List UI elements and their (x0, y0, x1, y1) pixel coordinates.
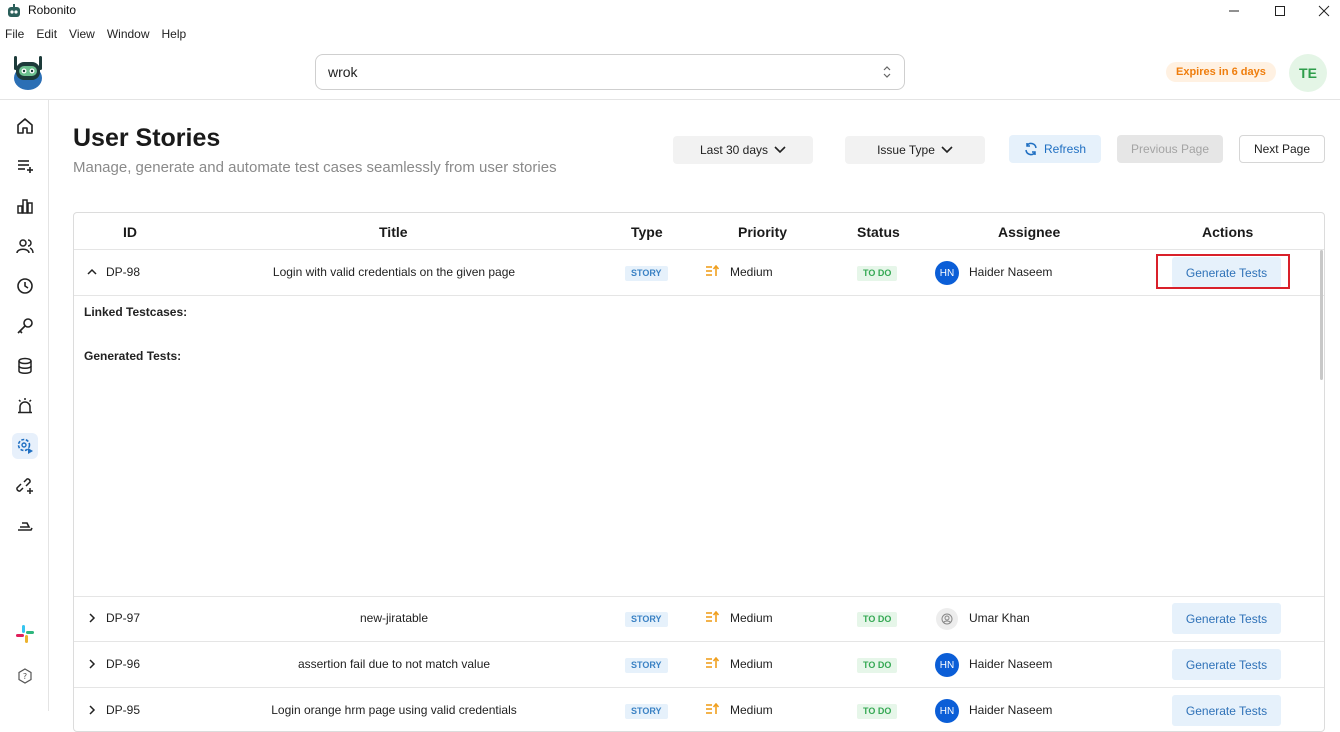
project-select[interactable]: wrok (315, 54, 905, 90)
home-icon[interactable] (12, 113, 38, 139)
row-title: new-jiratable (359, 611, 429, 625)
chevron-down-icon (774, 146, 786, 154)
status-badge: TO DO (857, 612, 898, 627)
row-title: assertion fail due to not match value (297, 657, 491, 671)
database-icon[interactable] (12, 353, 38, 379)
menu-file[interactable]: File (0, 24, 30, 46)
type-badge: STORY (625, 612, 668, 627)
maximize-button[interactable] (1258, 0, 1302, 22)
alarm-icon[interactable] (12, 393, 38, 419)
minimize-icon (1229, 10, 1239, 12)
avatar: HN (935, 261, 959, 285)
slack-icon[interactable] (12, 621, 38, 647)
avatar (936, 608, 958, 630)
priority-medium-icon (706, 703, 719, 714)
priority-medium-icon (706, 657, 719, 668)
menu-view[interactable]: View (63, 24, 101, 46)
top-bar: wrok Expires in 6 days TE (0, 46, 1340, 100)
date-filter-label: Last 30 days (699, 143, 769, 157)
refresh-button[interactable]: Refresh (1009, 135, 1101, 163)
table-row[interactable]: DP-95 Login orange hrm page using valid … (74, 688, 1324, 731)
title-bar: Robonito (0, 0, 1340, 22)
status-badge: TO DO (857, 704, 898, 719)
maximize-icon (1275, 6, 1285, 16)
header-type: Type (631, 224, 663, 240)
refresh-label: Refresh (1043, 142, 1087, 156)
table-row[interactable]: DP-97 new-jiratable STORY Medium TO DO U… (74, 596, 1324, 642)
header-status: Status (857, 224, 900, 240)
user-stories-table: ID Title Type Priority Status Assignee A… (73, 212, 1325, 732)
user-placeholder-icon (941, 613, 953, 625)
priority-medium-icon (706, 265, 719, 276)
type-badge: STORY (625, 658, 668, 673)
page-title: User Stories (73, 124, 221, 152)
type-badge: STORY (625, 266, 668, 281)
avatar: HN (935, 653, 959, 677)
window-title: Robonito (28, 3, 77, 17)
minimize-button[interactable] (1212, 0, 1256, 22)
app-icon (8, 4, 20, 17)
type-badge: STORY (625, 704, 668, 719)
priority-label: Medium (730, 657, 773, 671)
refresh-icon (1025, 142, 1037, 156)
linked-testcases-label: Linked Testcases: (84, 305, 188, 319)
header-priority: Priority (738, 224, 788, 240)
avatar: HN (935, 699, 959, 723)
expanded-details: Linked Testcases: Generated Tests: (74, 296, 1324, 597)
header-assignee: Assignee (998, 224, 1061, 240)
menu-edit[interactable]: Edit (30, 24, 63, 46)
page-subtitle: Manage, generate and automate test cases… (73, 159, 557, 176)
link-add-icon[interactable] (12, 473, 38, 499)
next-page-button[interactable]: Next Page (1239, 135, 1325, 163)
issue-type-label: Issue Type (877, 143, 935, 157)
priority-label: Medium (730, 611, 773, 625)
menu-bar: File Edit View Window Help (0, 24, 192, 46)
table-header: ID Title Type Priority Status Assignee A… (74, 213, 1324, 250)
priority-label: Medium (730, 265, 773, 279)
table-scrollbar[interactable] (1320, 250, 1323, 380)
generate-tests-button[interactable]: Generate Tests (1172, 649, 1281, 680)
updown-chevron-icon (883, 66, 891, 78)
priority-medium-icon (706, 611, 719, 622)
issue-type-dropdown[interactable]: Issue Type (845, 136, 985, 164)
header-actions: Actions (1202, 224, 1254, 240)
add-list-icon[interactable] (12, 153, 38, 179)
clock-icon[interactable] (12, 273, 38, 299)
chevron-down-icon (941, 146, 953, 154)
status-badge: TO DO (857, 266, 898, 281)
header-id: ID (123, 224, 137, 240)
bar-chart-icon[interactable] (12, 193, 38, 219)
row-title: Login orange hrm page using valid creden… (271, 703, 517, 717)
menu-help[interactable]: Help (156, 24, 193, 46)
svg-text:?: ? (23, 672, 27, 681)
priority-label: Medium (730, 703, 773, 717)
sidebar: ? (0, 100, 49, 711)
project-select-value: wrok (328, 64, 358, 80)
close-button[interactable] (1302, 0, 1340, 22)
assignee-name: Haider Naseem (969, 657, 1053, 671)
settings-play-icon[interactable] (12, 433, 38, 459)
expires-badge: Expires in 6 days (1166, 62, 1276, 82)
generate-tests-button[interactable]: Generate Tests (1172, 603, 1281, 634)
robonito-logo[interactable] (10, 52, 46, 92)
assignee-name: Haider Naseem (969, 265, 1053, 279)
date-filter-dropdown[interactable]: Last 30 days (673, 136, 813, 164)
row-title: Login with valid credentials on the give… (272, 265, 516, 279)
status-badge: TO DO (857, 658, 898, 673)
table-row[interactable]: DP-98 Login with valid credentials on th… (74, 250, 1324, 296)
users-icon[interactable] (12, 233, 38, 259)
runner-icon[interactable] (12, 513, 38, 539)
close-icon (1318, 5, 1330, 17)
key-icon[interactable] (12, 313, 38, 339)
generated-tests-label: Generated Tests: (84, 349, 182, 363)
help-icon[interactable]: ? (12, 663, 38, 689)
assignee-name: Umar Khan (969, 611, 1030, 625)
highlight-box (1156, 254, 1290, 289)
menu-window[interactable]: Window (101, 24, 156, 46)
previous-page-button[interactable]: Previous Page (1117, 135, 1223, 163)
table-row[interactable]: DP-96 assertion fail due to not match va… (74, 642, 1324, 688)
assignee-name: Haider Naseem (969, 703, 1053, 717)
header-title: Title (379, 224, 408, 240)
user-avatar[interactable]: TE (1289, 54, 1327, 92)
